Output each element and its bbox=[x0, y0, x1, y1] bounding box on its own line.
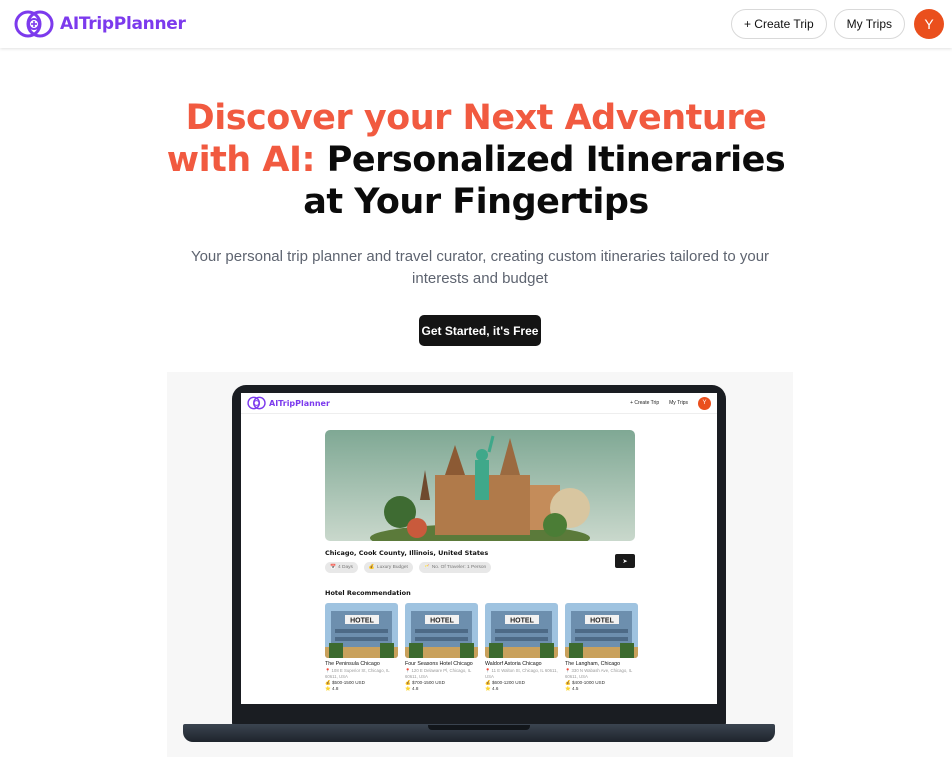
hero-subtitle-line1: Your personal trip planner and travel cu… bbox=[190, 248, 770, 265]
hotel-name: Waldorf Astoria Chicago bbox=[485, 661, 542, 667]
mockup-logo-icon bbox=[247, 396, 266, 410]
hotel-building-illustration: HOTEL bbox=[565, 603, 638, 658]
get-started-button[interactable]: Get Started, it's Free bbox=[419, 315, 541, 346]
brand-logo[interactable]: AITripPlanner bbox=[14, 7, 186, 41]
hotel-card: HOTEL Waldorf Astoria Chicago 📍 11 E Wal… bbox=[485, 603, 558, 692]
mockup-nav: + Create Trip My Trips Y bbox=[630, 396, 711, 410]
hotel-building-illustration: HOTEL bbox=[405, 603, 478, 658]
logo-icon bbox=[14, 10, 54, 38]
hotel-list: HOTEL The Peninsula Chicago 📍 108 E Supe… bbox=[325, 603, 638, 692]
mockup-avatar: Y bbox=[698, 396, 711, 410]
chip-days-label: 4 Days bbox=[337, 565, 353, 570]
hero-title-dark-line3: at Your Fingertips bbox=[303, 182, 649, 222]
chip-budget-label: Luxury Budget bbox=[376, 565, 408, 570]
brand-name: AITripPlanner bbox=[60, 14, 186, 34]
hotel-card: HOTEL The Langham, Chicago 📍 330 N Wabas… bbox=[565, 603, 638, 692]
mockup-brand-logo: AITripPlanner bbox=[247, 395, 330, 411]
hotel-name: Four Seasons Hotel Chicago bbox=[405, 661, 473, 667]
header-actions: + Create Trip My Trips Y bbox=[730, 9, 944, 39]
hotel-building-illustration: HOTEL bbox=[325, 603, 398, 658]
user-avatar[interactable]: Y bbox=[914, 9, 944, 39]
hotel-sign-text: HOTEL bbox=[510, 618, 534, 625]
hotel-rating: ⭐ 4.8 bbox=[405, 686, 419, 691]
top-nav-bar: AITripPlanner + Create Trip My Trips Y bbox=[0, 0, 952, 48]
hotel-image: HOTEL bbox=[405, 603, 478, 658]
hero-title: Discover your Next Adventure with AI: Pe… bbox=[0, 97, 952, 223]
chip-budget: 💰 Luxury Budget bbox=[363, 562, 413, 573]
hotel-rating: ⭐ 4.6 bbox=[485, 686, 499, 691]
hero-title-accent-line1: Discover your Next Adventure bbox=[185, 98, 767, 138]
hero-title-accent-line2: with AI: bbox=[166, 140, 316, 180]
hotel-sign-text: HOTEL bbox=[350, 618, 374, 625]
hero-subtitle: Your personal trip planner and travel cu… bbox=[180, 246, 780, 290]
hotel-name: The Langham, Chicago bbox=[565, 661, 621, 667]
chip-travelers-label: No. Of Traveler: 1 Person bbox=[431, 565, 487, 570]
hotel-image: HOTEL bbox=[325, 603, 398, 658]
hotel-sign-text: HOTEL bbox=[430, 618, 454, 625]
create-trip-button[interactable]: + Create Trip bbox=[730, 9, 827, 39]
mockup-brand-name: AITripPlanner bbox=[269, 398, 330, 408]
hotel-building-illustration: HOTEL bbox=[485, 603, 558, 658]
hotel-image: HOTEL bbox=[565, 603, 638, 658]
mockup-header: AITripPlanner + Create Trip My Trips Y bbox=[241, 393, 717, 414]
trip-info-chips: 📅 4 Days 💰 Luxury Budget 🥂 No. Of Traveler:… bbox=[325, 562, 492, 573]
calendar-icon: 📅 bbox=[330, 565, 336, 570]
hotel-name: The Peninsula Chicago bbox=[325, 661, 380, 667]
laptop-screen: AITripPlanner + Create Trip My Trips Y C… bbox=[241, 393, 717, 704]
hotel-card: HOTEL The Peninsula Chicago 📍 108 E Supe… bbox=[325, 603, 398, 692]
share-icon: ➤ bbox=[615, 554, 635, 568]
hotel-address: 📍 11 E Walton St, Chicago, IL 60611, USA bbox=[485, 668, 558, 679]
hotel-address: 📍 108 E Superior St, Chicago, IL 60611, … bbox=[325, 668, 390, 679]
hotel-sign-text: HOTEL bbox=[590, 618, 614, 625]
hotel-rating: ⭐ 4.5 bbox=[565, 686, 579, 691]
landmarks-illustration bbox=[325, 430, 635, 541]
trip-location-title: Chicago, Cook County, Illinois, United S… bbox=[325, 549, 489, 557]
my-trips-button[interactable]: My Trips bbox=[833, 9, 905, 39]
hotel-address: 📍 120 E Delaware Pl, Chicago, IL 60611, … bbox=[405, 668, 472, 679]
hotel-image: HOTEL bbox=[485, 603, 558, 658]
destination-banner-image bbox=[325, 430, 635, 541]
glasses-icon: 🥂 bbox=[423, 565, 430, 570]
mockup-create-trip: + Create Trip bbox=[630, 400, 660, 406]
laptop-notch bbox=[428, 725, 530, 730]
money-bag-icon: 💰 bbox=[368, 565, 375, 570]
hotel-rating: ⭐ 4.8 bbox=[325, 686, 339, 691]
hero-subtitle-line2: interests and budget bbox=[412, 270, 548, 287]
hotel-card: HOTEL Four Seasons Hotel Chicago 📍 120 E… bbox=[405, 603, 478, 692]
hotel-recommendation-heading: Hotel Recommendation bbox=[325, 589, 411, 597]
mockup-my-trips: My Trips bbox=[669, 400, 688, 406]
chip-days: 📅 4 Days bbox=[325, 562, 358, 573]
chip-travelers: 🥂 No. Of Traveler: 1 Person bbox=[418, 562, 492, 573]
hero-title-dark-line2: Personalized Itineraries bbox=[326, 140, 786, 180]
hotel-address: 📍 330 N Wabash Ave, Chicago, IL 60611, U… bbox=[565, 668, 633, 679]
